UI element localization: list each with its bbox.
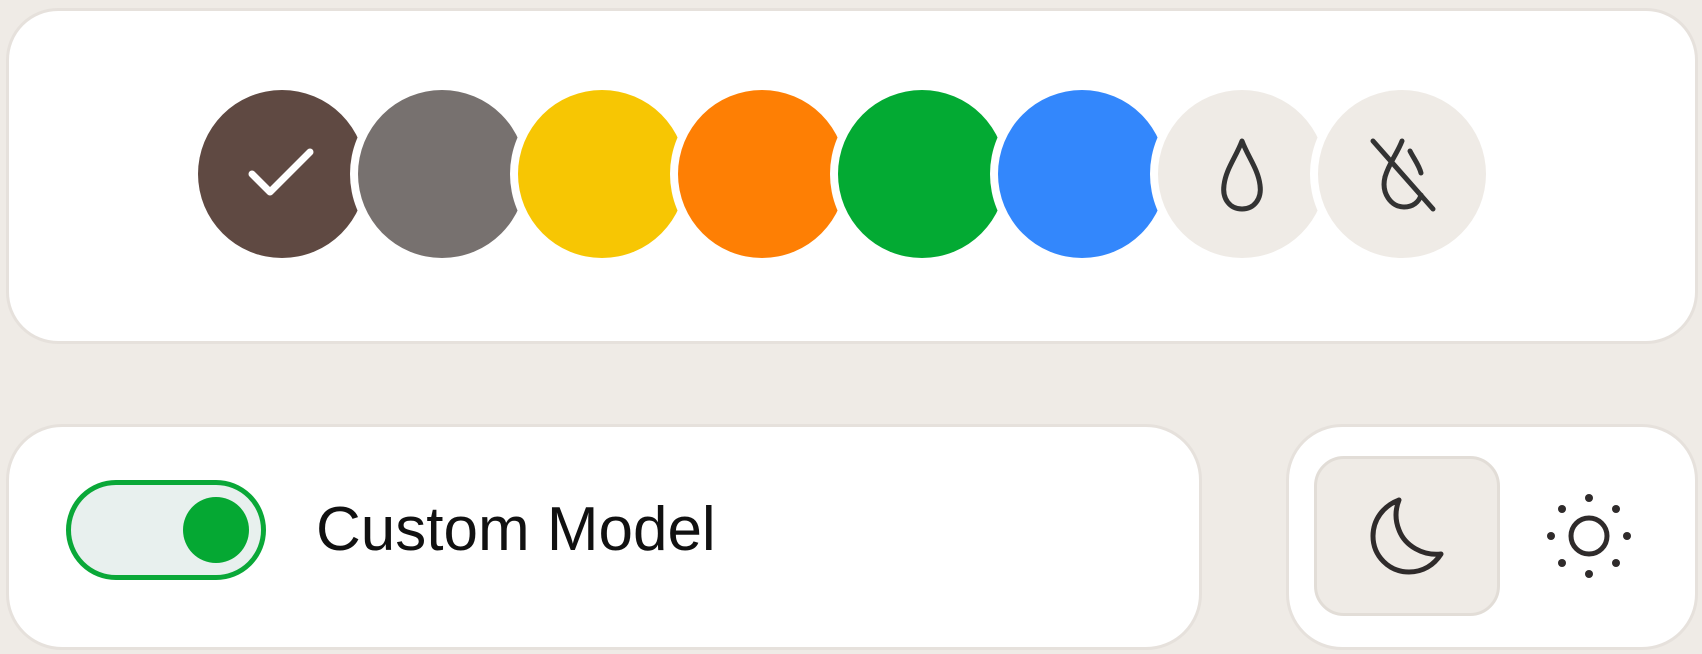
toggle-knob xyxy=(183,497,249,563)
swatch-custom-color[interactable] xyxy=(1158,90,1326,258)
moon-icon xyxy=(1370,497,1444,575)
swatch-brown[interactable] xyxy=(198,90,366,258)
droplet-icon xyxy=(1221,138,1263,212)
light-mode-button[interactable] xyxy=(1496,456,1682,616)
swatch-green[interactable] xyxy=(838,90,1006,258)
swatch-orange[interactable] xyxy=(678,90,846,258)
droplet-off-icon xyxy=(1370,138,1436,212)
swatch-yellow[interactable] xyxy=(518,90,686,258)
swatch-no-color[interactable] xyxy=(1318,90,1486,258)
dark-mode-button[interactable] xyxy=(1314,456,1500,616)
check-icon xyxy=(248,148,314,196)
swatch-gray[interactable] xyxy=(358,90,526,258)
color-swatches xyxy=(198,82,1498,258)
swatch-blue[interactable] xyxy=(998,90,1166,258)
custom-model-label: Custom Model xyxy=(316,495,716,564)
custom-model-toggle[interactable] xyxy=(66,480,266,580)
sun-icon xyxy=(1547,494,1631,578)
